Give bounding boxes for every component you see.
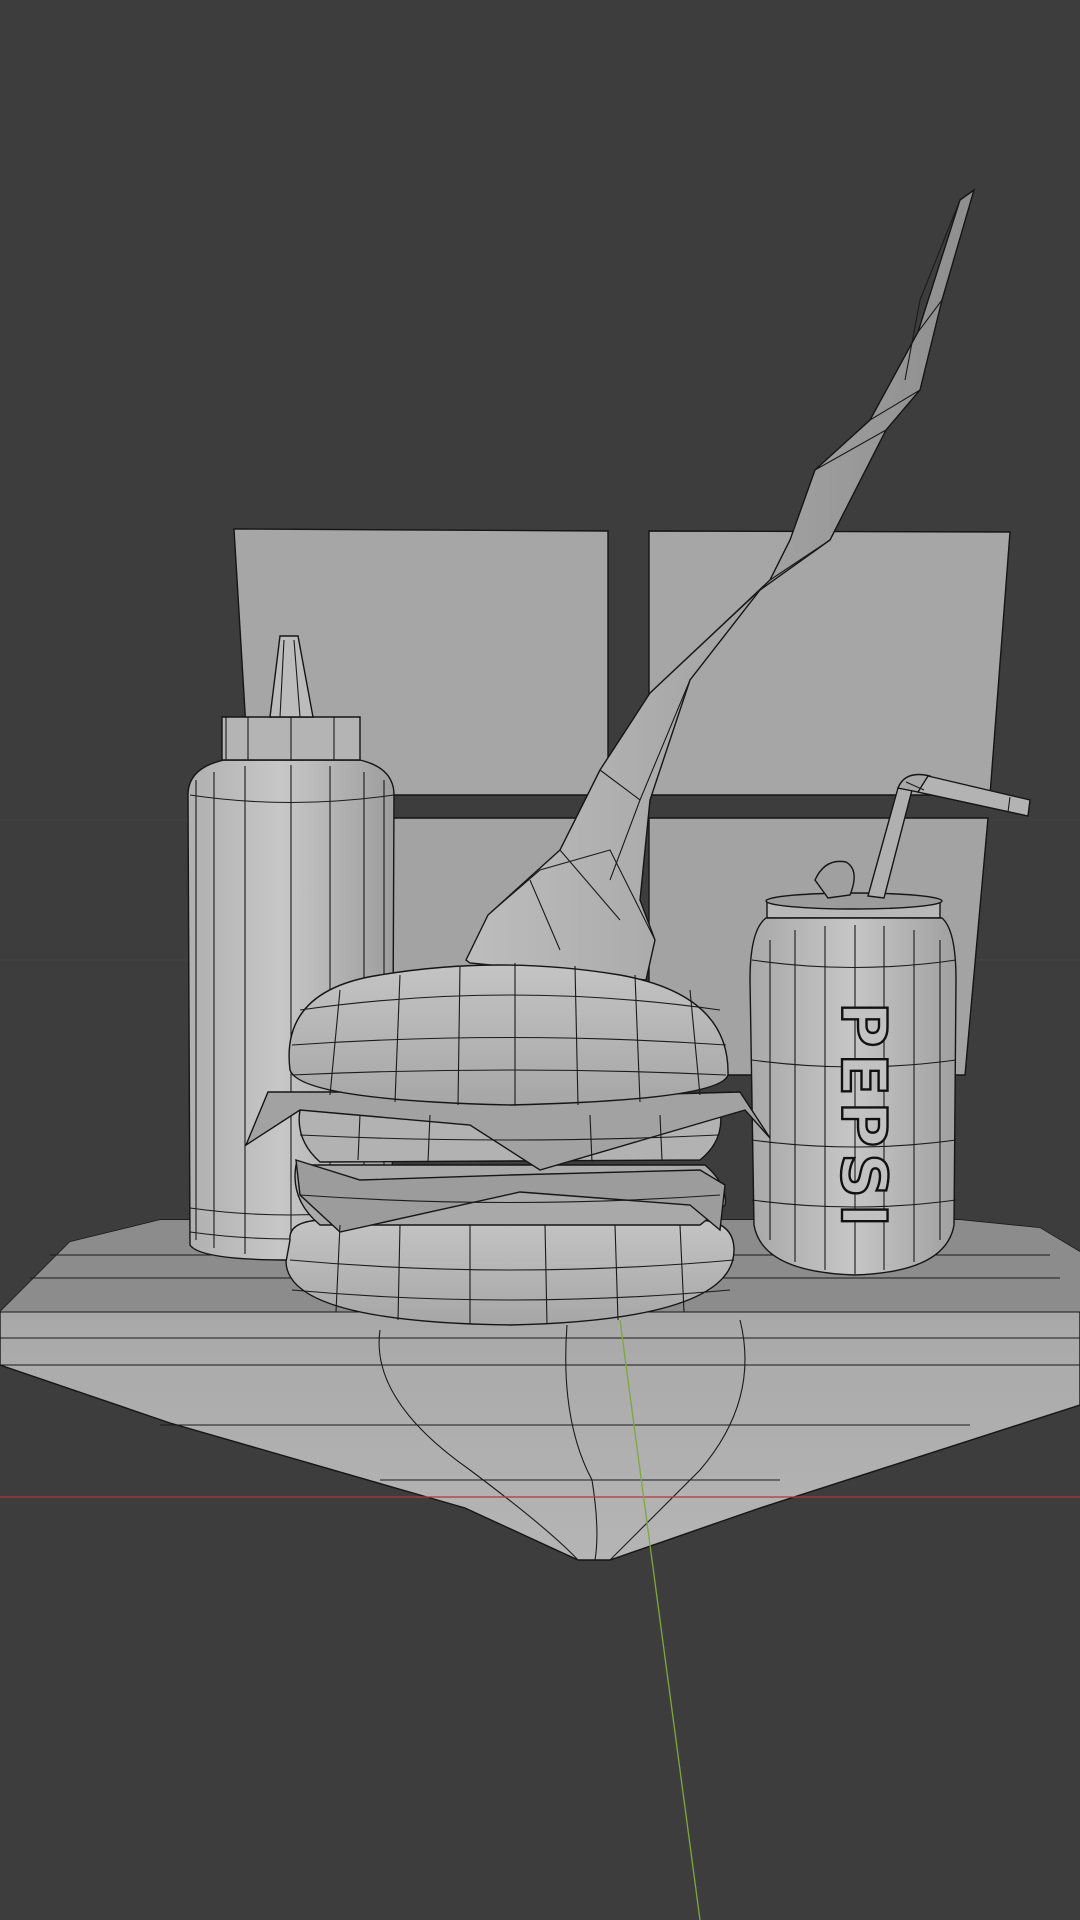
viewport-scene[interactable]: PEPSI: [0, 0, 1080, 1920]
can-label: PEPSI: [827, 1002, 900, 1233]
burger[interactable]: [244, 963, 771, 1326]
soda-can[interactable]: PEPSI: [749, 860, 957, 1276]
3d-viewport[interactable]: PEPSI: [0, 0, 1080, 1920]
